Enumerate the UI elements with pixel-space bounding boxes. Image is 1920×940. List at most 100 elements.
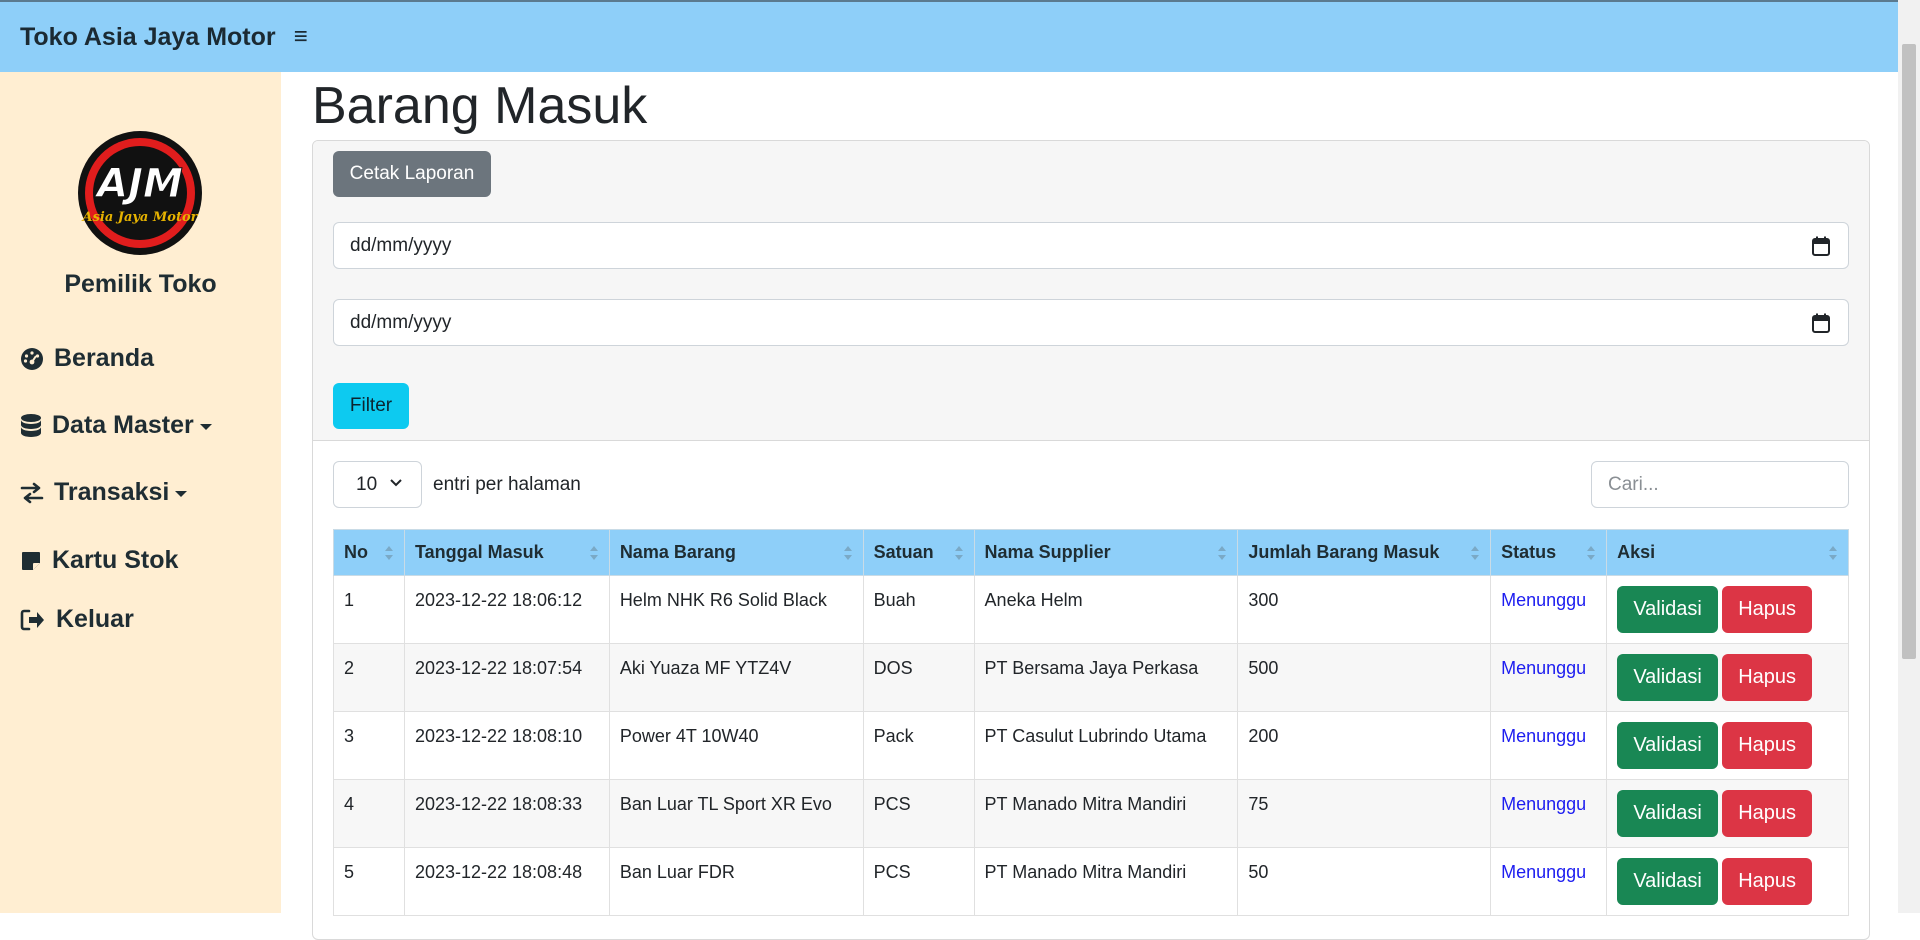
cell-tanggal: 2023-12-22 18:07:54	[403, 643, 610, 712]
table-body: 1 2023-12-22 18:06:12 Helm NHK R6 Solid Bl…	[333, 575, 1849, 916]
cell-no: 3	[333, 711, 405, 780]
calendar-icon[interactable]	[1812, 236, 1830, 256]
column-header-aksi[interactable]: Aksi	[1606, 529, 1849, 576]
cell-nama-barang: Helm NHK R6 Solid Black	[608, 575, 864, 644]
validate-button[interactable]: Validasi	[1617, 722, 1719, 769]
chevron-down-icon	[390, 479, 402, 487]
cell-jumlah: 200	[1237, 711, 1492, 780]
cell-supplier: PT Manado Mitra Mandiri	[973, 847, 1239, 916]
page-title: Barang Masuk	[312, 77, 648, 135]
validate-button[interactable]: Validasi	[1617, 654, 1719, 701]
sidebar-item-label: Keluar	[56, 605, 134, 633]
sort-icon	[1586, 545, 1596, 566]
cell-status: Menunggu	[1490, 847, 1608, 916]
table-row: 3 2023-12-22 18:08:10 Power 4T 10W40 Pack PT…	[333, 711, 1849, 780]
validate-button[interactable]: Validasi	[1617, 586, 1719, 633]
sort-icon	[1828, 545, 1838, 566]
sort-icon	[1217, 545, 1227, 566]
cell-tanggal: 2023-12-22 18:08:33	[403, 779, 610, 848]
cell-supplier: PT Bersama Jaya Perkasa	[973, 643, 1239, 712]
cell-jumlah: 300	[1237, 575, 1492, 644]
delete-button[interactable]: Hapus	[1722, 790, 1813, 837]
sort-icon	[843, 545, 853, 566]
cell-tanggal: 2023-12-22 18:08:10	[403, 711, 610, 780]
cell-satuan: PCS	[862, 779, 975, 848]
search-placeholder: Cari...	[1608, 473, 1659, 495]
per-page-value: 10	[356, 473, 378, 495]
dashboard-icon	[21, 347, 43, 370]
column-header-supplier[interactable]: Nama Supplier	[973, 529, 1239, 576]
column-header-satuan[interactable]: Satuan	[862, 529, 975, 576]
sidebar-item-data-master[interactable]: Data Master	[20, 411, 212, 440]
logout-icon	[20, 609, 44, 630]
sidebar-item-kartu-stok[interactable]: Kartu Stok	[20, 546, 178, 575]
cell-nama-barang: Power 4T 10W40	[608, 711, 864, 780]
cell-aksi: Validasi Hapus	[1606, 711, 1849, 780]
cell-aksi: Validasi Hapus	[1606, 779, 1849, 848]
validate-button[interactable]: Validasi	[1617, 858, 1719, 905]
table-row: 5 2023-12-22 18:08:48 Ban Luar FDR PCS PT Ma…	[333, 847, 1849, 916]
delete-button[interactable]: Hapus	[1722, 722, 1813, 769]
cell-no: 4	[333, 779, 405, 848]
table-row: 1 2023-12-22 18:06:12 Helm NHK R6 Solid Bl…	[333, 575, 1849, 644]
column-header-no[interactable]: No	[333, 529, 405, 576]
cell-supplier: Aneka Helm	[973, 575, 1239, 644]
cell-satuan: DOS	[862, 643, 975, 712]
table-row: 2 2023-12-22 18:07:54 Aki Yuaza MF YTZ4V DO…	[333, 643, 1849, 712]
hamburger-menu-icon[interactable]: ≡	[294, 23, 308, 51]
user-role: Pemilik Toko	[64, 270, 217, 298]
table-row: 4 2023-12-22 18:08:33 Ban Luar TL Sport XR…	[333, 779, 1849, 848]
delete-button[interactable]: Hapus	[1722, 858, 1813, 905]
column-header-barang[interactable]: Nama Barang	[608, 529, 864, 576]
cell-jumlah: 50	[1237, 847, 1492, 916]
main-content: Barang Masuk Cetak Laporan dd/mm/yyyy dd…	[312, 72, 1870, 940]
sidebar-item-transaksi[interactable]: Transaksi	[20, 478, 188, 507]
cell-supplier: PT Casulut Lubrindo Utama	[973, 711, 1239, 780]
sort-icon	[589, 545, 599, 566]
database-icon	[21, 413, 41, 437]
date-from-input[interactable]: dd/mm/yyyy	[333, 222, 1849, 269]
cell-tanggal: 2023-12-22 18:08:48	[403, 847, 610, 916]
svg-text:Asia Jaya Motor: Asia Jaya Motor	[81, 210, 199, 225]
cell-tanggal: 2023-12-22 18:06:12	[403, 575, 610, 644]
delete-button[interactable]: Hapus	[1722, 586, 1813, 633]
cell-aksi: Validasi Hapus	[1606, 575, 1849, 644]
date-from-placeholder: dd/mm/yyyy	[350, 234, 452, 256]
brand-title[interactable]: Toko Asia Jaya Motor	[20, 23, 276, 52]
svg-text:AJM: AJM	[94, 161, 183, 207]
cell-no: 2	[333, 643, 405, 712]
page-scrollbar[interactable]	[1898, 0, 1920, 913]
table-header-row: No Tanggal Masuk Nama Barang Satuan Nama…	[333, 529, 1849, 576]
cell-aksi: Validasi Hapus	[1606, 847, 1849, 916]
sort-icon	[954, 545, 964, 566]
sidebar-item-beranda[interactable]: Beranda	[20, 344, 154, 373]
cell-nama-barang: Ban Luar FDR	[608, 847, 864, 916]
cell-status: Menunggu	[1490, 711, 1608, 780]
transfer-icon	[20, 482, 44, 503]
print-report-button[interactable]: Cetak Laporan	[333, 151, 491, 197]
incoming-goods-table: No Tanggal Masuk Nama Barang Satuan Nama…	[333, 529, 1849, 916]
column-header-tanggal[interactable]: Tanggal Masuk	[403, 529, 610, 576]
delete-button[interactable]: Hapus	[1722, 654, 1813, 701]
sort-icon	[384, 545, 394, 566]
search-input[interactable]: Cari...	[1591, 461, 1849, 508]
date-to-input[interactable]: dd/mm/yyyy	[333, 299, 1849, 346]
column-header-status[interactable]: Status	[1490, 529, 1608, 576]
sidebar-item-label: Beranda	[54, 344, 155, 372]
column-header-jumlah[interactable]: Jumlah Barang Masuk	[1237, 529, 1492, 576]
caret-down-icon	[199, 423, 212, 430]
sidebar-item-label: Transaksi	[54, 478, 170, 506]
cell-satuan: PCS	[862, 847, 975, 916]
sort-icon	[1470, 545, 1480, 566]
cell-aksi: Validasi Hapus	[1606, 643, 1849, 712]
per-page-select[interactable]: 10	[333, 461, 422, 508]
cell-status: Menunggu	[1490, 779, 1608, 848]
caret-down-icon	[175, 490, 188, 497]
cell-jumlah: 75	[1237, 779, 1492, 848]
calendar-icon[interactable]	[1812, 313, 1830, 333]
sidebar-item-keluar[interactable]: Keluar	[20, 605, 134, 634]
validate-button[interactable]: Validasi	[1617, 790, 1719, 837]
per-page-label: entri per halaman	[433, 473, 581, 495]
filter-button[interactable]: Filter	[333, 383, 409, 429]
scrollbar-thumb[interactable]	[1902, 44, 1916, 659]
